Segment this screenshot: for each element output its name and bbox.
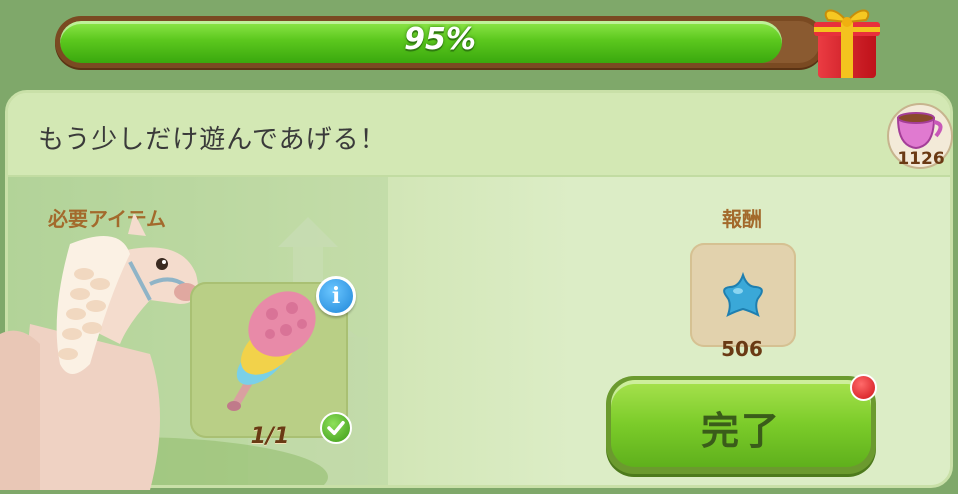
gift-box-icon[interactable] (806, 0, 886, 80)
notification-dot (850, 374, 877, 401)
reward-label: 報酬 (722, 207, 762, 231)
progress-percent: 95% (404, 22, 476, 57)
task-progress-bar: 95% (55, 16, 825, 68)
complete-button-label: 完了 (700, 409, 781, 453)
complete-button-face: 完了 (611, 380, 871, 467)
complete-button[interactable]: 完了 (606, 376, 876, 474)
panel-header: もう少しだけ遊んであげる！ (8, 93, 950, 177)
quest-title: もう少しだけ遊んであげる！ (38, 125, 387, 155)
teacup-count: 1126 (897, 149, 945, 169)
horse-character (0, 214, 198, 490)
info-button[interactable]: i (316, 276, 356, 316)
required-item-count: 1/1 (250, 424, 290, 449)
feather-duster-icon (227, 291, 316, 411)
blue-star-icon (723, 271, 763, 317)
checkmark-icon (320, 412, 352, 444)
info-icon: i (331, 283, 341, 309)
reward-count: 506 (721, 337, 763, 361)
